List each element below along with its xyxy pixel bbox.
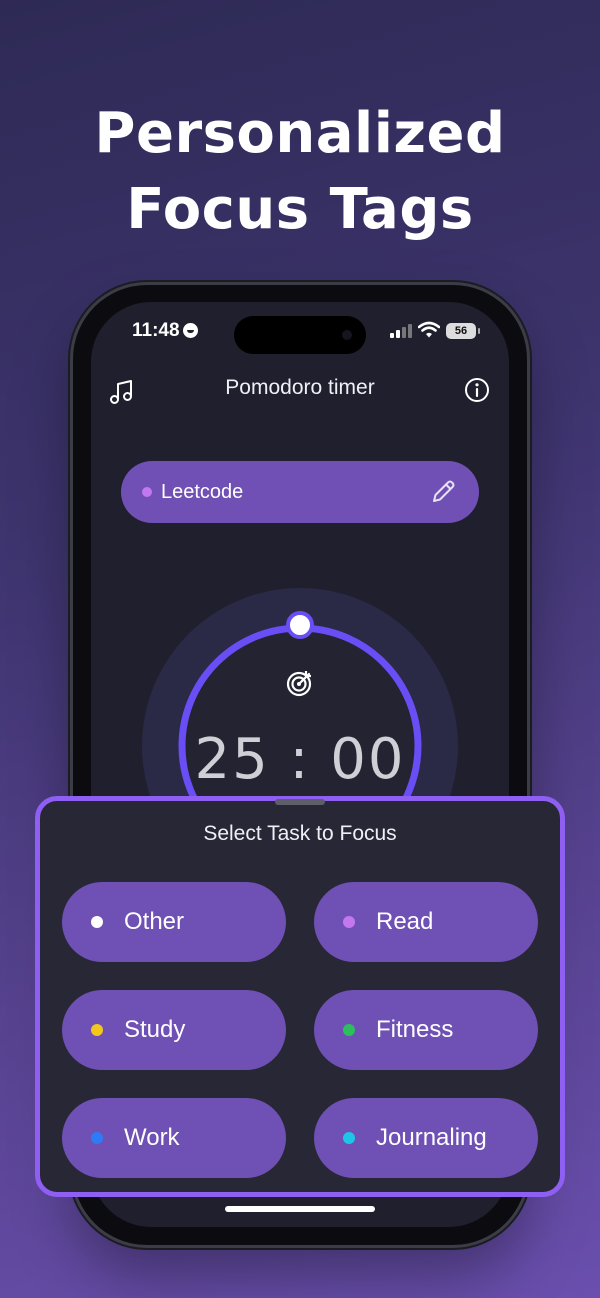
timer-handle (286, 611, 314, 639)
task-option-read[interactable]: Read (314, 882, 538, 962)
option-label: Read (376, 908, 434, 935)
option-color-dot (343, 916, 355, 928)
sheet-grabber[interactable] (275, 799, 325, 805)
option-color-dot (343, 1132, 355, 1144)
pencil-icon[interactable] (428, 477, 458, 507)
task-color-dot (142, 487, 152, 497)
signal-icon (390, 324, 412, 338)
target-icon (286, 671, 312, 697)
option-color-dot (91, 1024, 103, 1036)
task-option-fitness[interactable]: Fitness (314, 990, 538, 1070)
headline-line-1: Personalized (94, 101, 506, 166)
headline-line-2: Focus Tags (126, 177, 474, 242)
home-indicator[interactable] (225, 1206, 375, 1212)
option-color-dot (343, 1024, 355, 1036)
option-label: Work (124, 1124, 180, 1151)
option-label: Fitness (376, 1016, 454, 1043)
phone-power-button (527, 585, 531, 685)
option-color-dot (91, 1132, 103, 1144)
option-label: Other (124, 908, 185, 935)
task-option-journaling[interactable]: Journaling (314, 1098, 538, 1178)
option-color-dot (91, 916, 103, 928)
option-label: Study (124, 1016, 186, 1043)
task-option-study[interactable]: Study (62, 990, 286, 1070)
option-label: Journaling (376, 1124, 487, 1151)
wifi-icon (418, 321, 440, 338)
page-title: Pomodoro timer (225, 376, 375, 399)
sheet-title: Select Task to Focus (203, 822, 397, 845)
current-task-label: Leetcode (161, 481, 244, 503)
task-option-work[interactable]: Work (62, 1098, 286, 1178)
smiley-status-icon (183, 323, 198, 338)
timer-display: 25 : 00 (194, 727, 406, 792)
info-icon[interactable] (463, 376, 491, 404)
promo-headline: Personalized Focus Tags (0, 96, 600, 248)
battery-indicator: 56 (446, 323, 480, 339)
current-task-pill[interactable]: Leetcode (121, 461, 479, 523)
status-time: 11:48 (132, 320, 180, 341)
dynamic-island (234, 316, 366, 354)
task-option-other[interactable]: Other (62, 882, 286, 962)
